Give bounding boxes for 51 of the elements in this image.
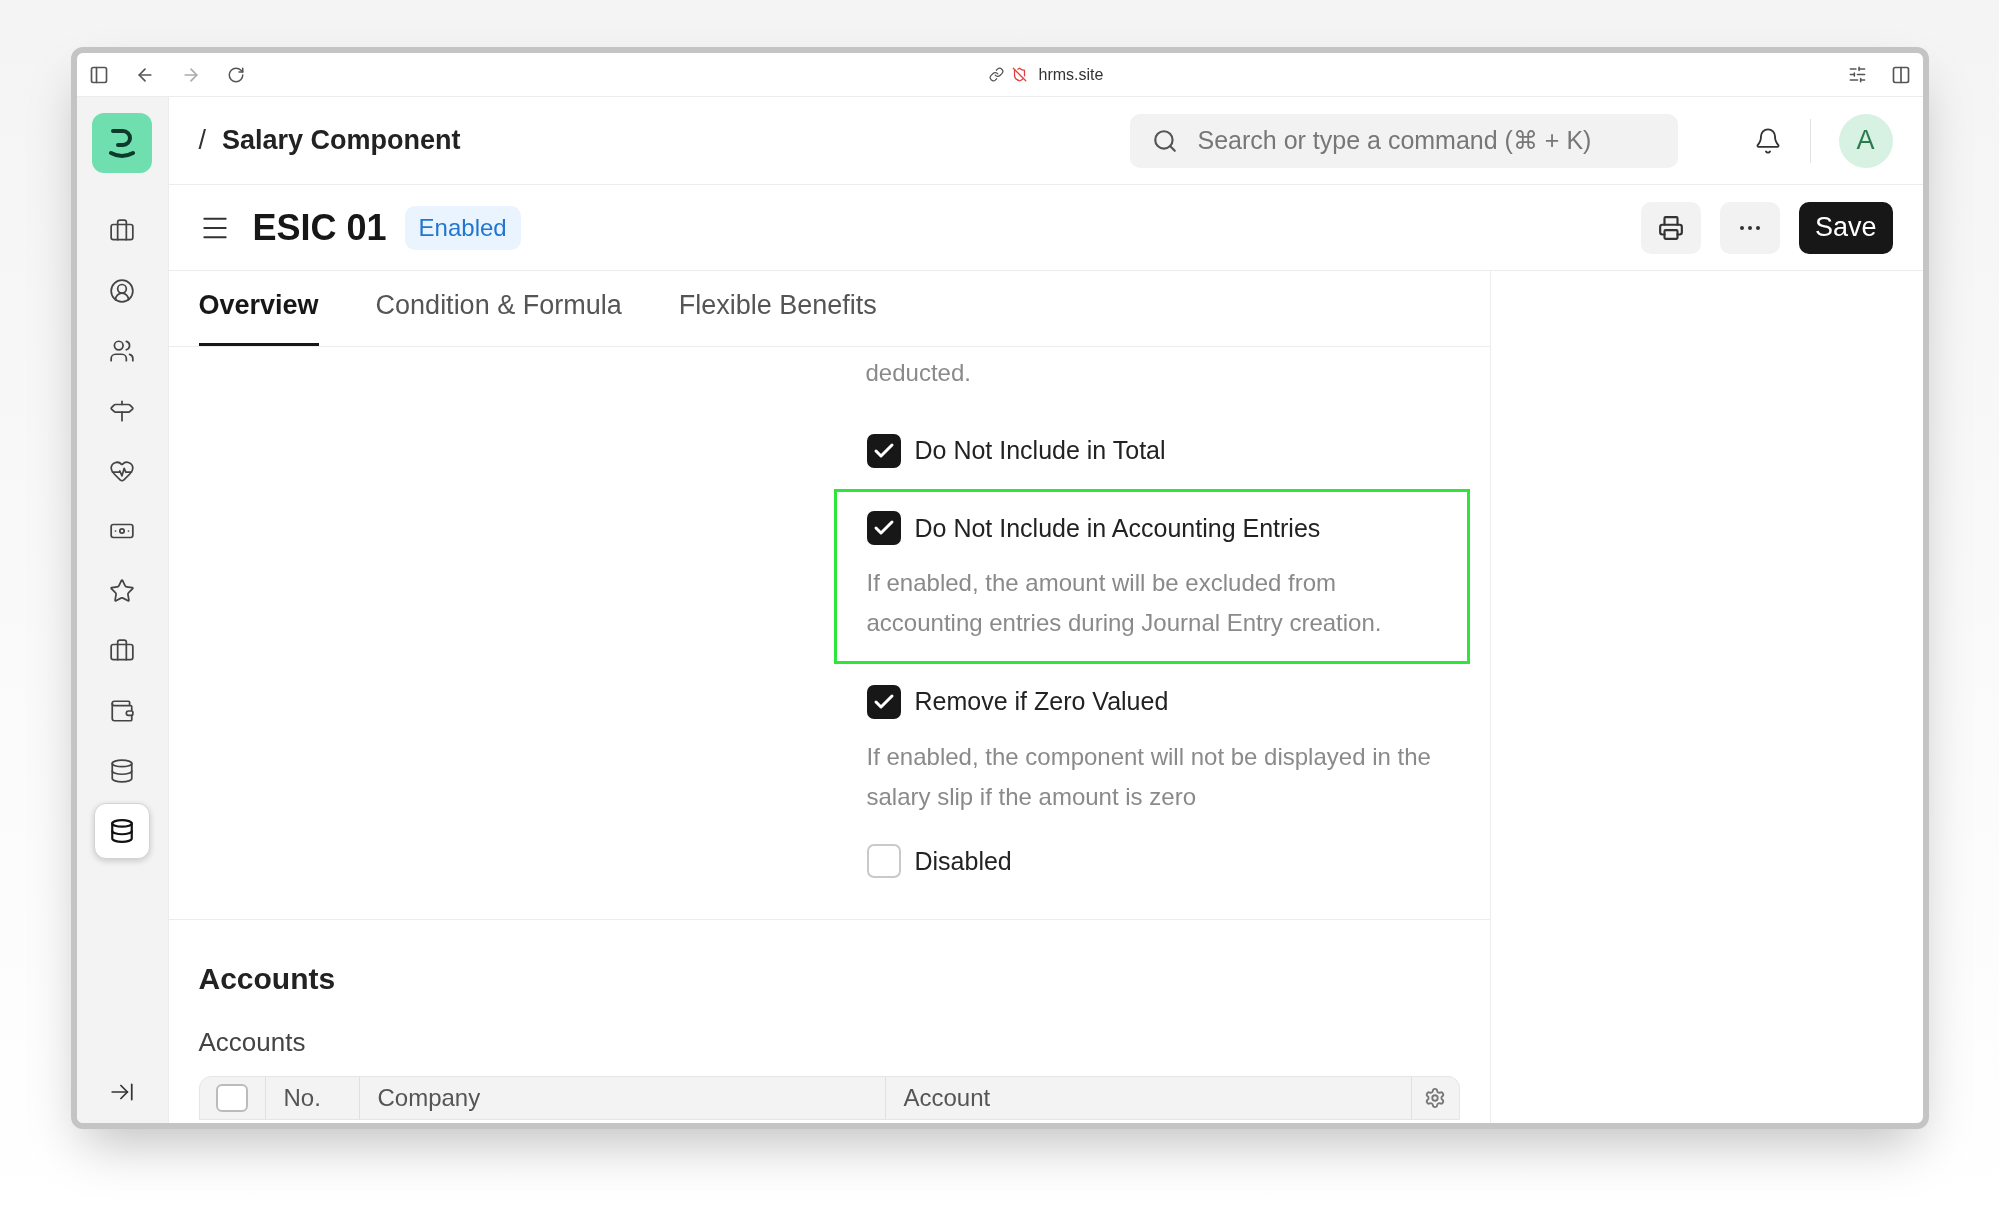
field-description: If enabled, the component will not be displayed in the salary slip if the amount is zero: [866, 741, 1432, 812]
database-icon: [109, 758, 135, 784]
column-header: Company: [377, 1083, 481, 1113]
tab[interactable]: Overview: [198, 284, 319, 346]
tab[interactable]: Flexible Benefits: [678, 284, 877, 346]
wallet-icon: [109, 698, 135, 724]
column-header: Account: [903, 1083, 991, 1113]
briefcase-icon: [109, 218, 135, 244]
url-text[interactable]: hrms.site: [1038, 62, 1104, 87]
field-label: Accounts: [198, 1026, 307, 1059]
document-title: ESIC 01: [252, 205, 387, 250]
sliders-icon[interactable]: [1847, 65, 1867, 84]
print-button[interactable]: [1640, 201, 1701, 254]
link-icon: [988, 67, 1004, 82]
tab[interactable]: Condition & Formula: [375, 284, 622, 346]
checkbox[interactable]: [866, 844, 901, 879]
sidebar-item[interactable]: [94, 803, 150, 859]
header-checkbox[interactable]: [216, 1084, 248, 1112]
users-icon: [109, 338, 135, 364]
settings-icon[interactable]: [1424, 1087, 1446, 1109]
checkbox[interactable]: [866, 433, 901, 468]
heart-pulse-icon: [109, 458, 135, 484]
breadcrumb-separator: /: [198, 124, 206, 158]
checkbox[interactable]: [866, 684, 901, 719]
signpost-icon: [109, 398, 135, 424]
field-description: If enabled, the amount will be excluded from accounting entries during Journal Entry creation.: [866, 568, 1383, 638]
briefcase-icon: [109, 638, 135, 664]
sidebar-toggle-icon[interactable]: [88, 64, 109, 85]
breadcrumb-link[interactable]: Salary Component: [222, 120, 461, 161]
star-icon: [109, 578, 135, 604]
search-field[interactable]: Search or type a command (⌘ + K): [1129, 113, 1678, 168]
user-circle-icon: [109, 278, 135, 304]
user-avatar[interactable]: A: [1838, 113, 1893, 168]
save-button[interactable]: Save: [1798, 201, 1893, 254]
shield-icon: [1011, 67, 1027, 82]
checkbox-label: Do Not Include in Accounting Entries: [914, 512, 1321, 544]
column-header: No.: [283, 1083, 321, 1113]
split-view-icon[interactable]: [1890, 64, 1911, 85]
section-heading: Accounts: [198, 961, 337, 997]
checkbox-label: Do Not Include in Total: [914, 435, 1166, 466]
database-icon: [109, 818, 135, 844]
ellipsis-icon: [1739, 225, 1760, 230]
reload-icon[interactable]: [226, 65, 245, 84]
search-icon: [1151, 127, 1178, 154]
checkbox-label: Disabled: [914, 845, 1012, 877]
status-badge: Enabled: [404, 205, 521, 250]
field-description: deducted.: [864, 358, 972, 388]
checkbox[interactable]: [866, 511, 901, 546]
app-logo[interactable]: [92, 113, 152, 173]
checkbox-label: Remove if Zero Valued: [914, 686, 1169, 717]
printer-icon: [1657, 214, 1684, 241]
